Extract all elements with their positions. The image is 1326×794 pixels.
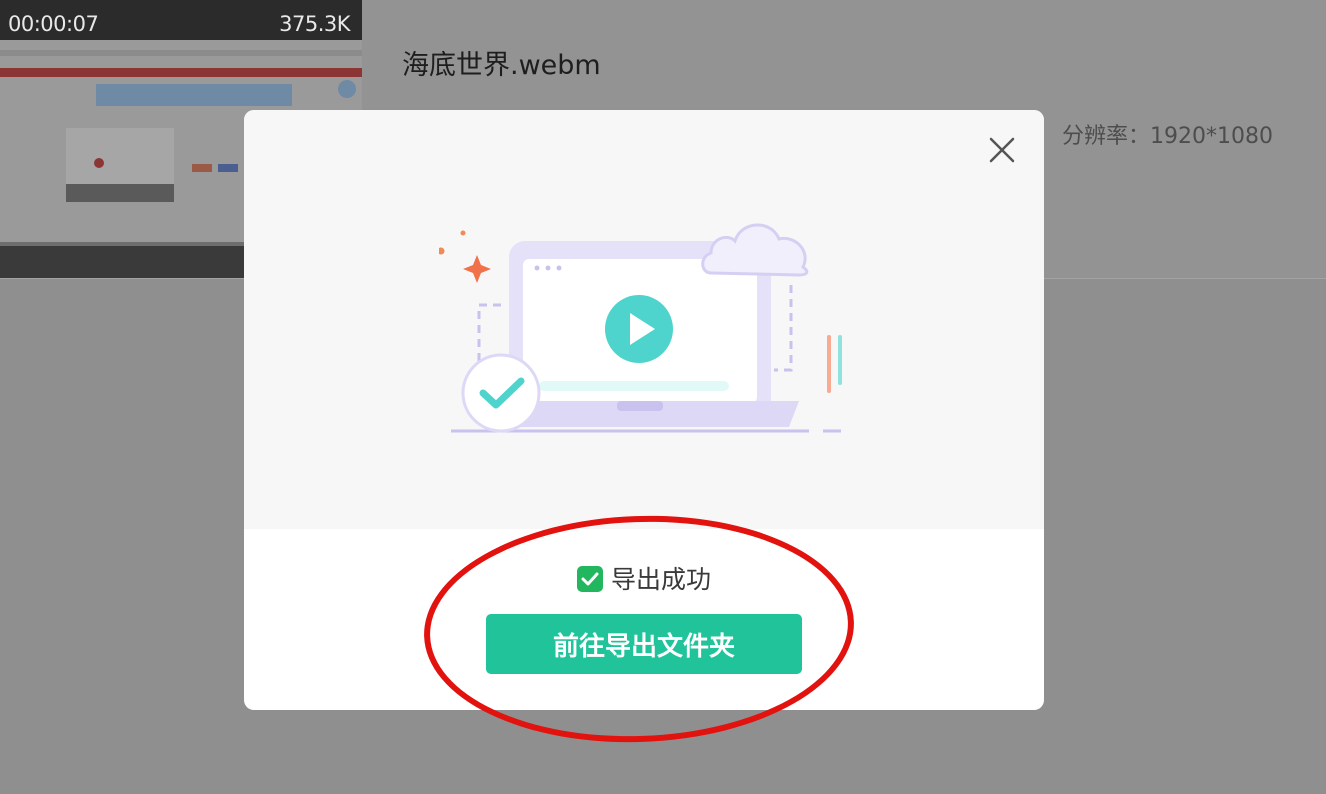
export-status-text: 导出成功 [610, 565, 711, 594]
preview-banner [96, 84, 292, 106]
file-resolution: 分辨率：1920*1080 [1062, 124, 1273, 149]
green-checkbox-icon [576, 566, 603, 592]
preview-card-footer [66, 184, 174, 202]
file-name: 海底世界.webm [402, 50, 601, 81]
export-success-dialog: 导出成功 前往导出文件夹 [244, 110, 1044, 710]
thumbnail-info-bar: 00:00:07 375.3K [0, 0, 362, 40]
export-status: 导出成功 [244, 560, 1044, 596]
close-icon[interactable] [986, 134, 1018, 166]
dialog-hero [244, 110, 1044, 529]
file-size: 375.3K [279, 12, 350, 36]
open-export-folder-button[interactable]: 前往导出文件夹 [486, 614, 802, 674]
laptop-play-cloud-illustration [439, 223, 842, 433]
preview-logo-icon [94, 158, 104, 168]
preview-badge [338, 80, 356, 98]
video-duration: 00:00:07 [8, 12, 99, 36]
preview-blue-button [218, 164, 238, 172]
preview-red-button [192, 164, 212, 172]
preview-nav-line [0, 50, 362, 56]
preview-red-bar [0, 68, 362, 77]
preview-card [66, 128, 174, 202]
